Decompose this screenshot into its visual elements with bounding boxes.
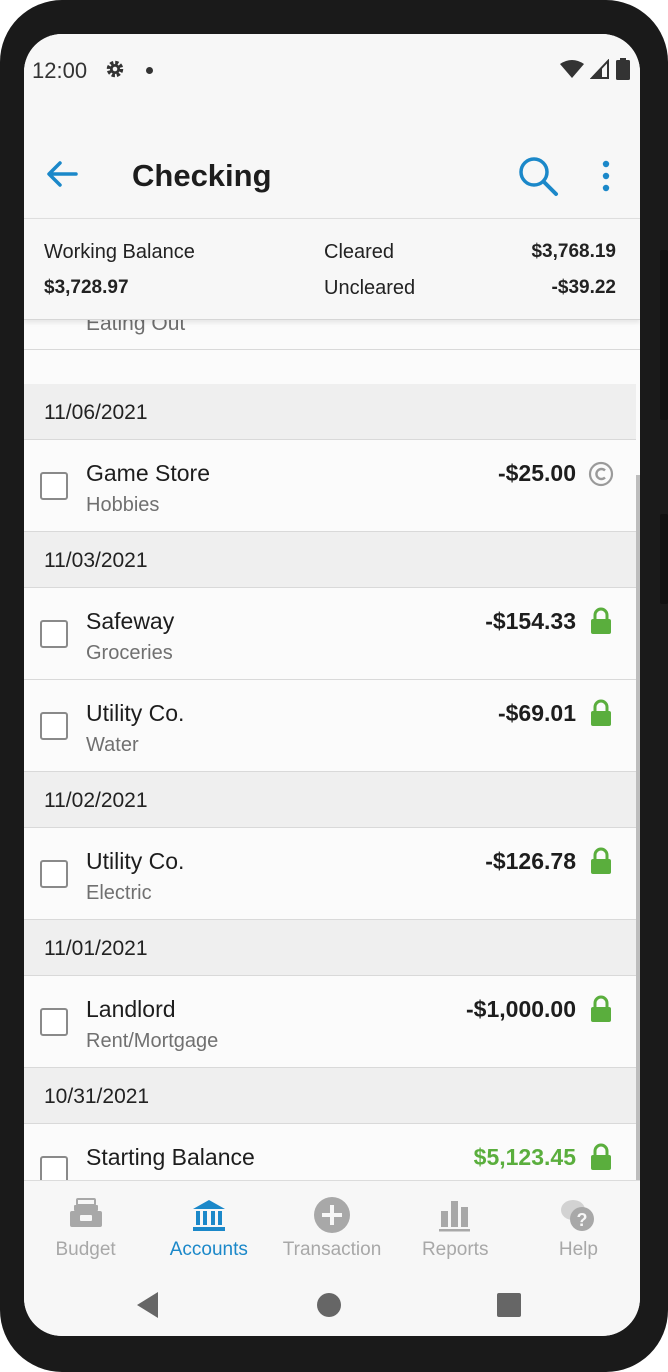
uncleared-value: -$39.22 bbox=[551, 277, 616, 298]
transaction-payee: Starting Balance bbox=[86, 1144, 255, 1170]
nav-item-label: Budget bbox=[55, 1239, 116, 1260]
nav-item-label: Accounts bbox=[169, 1239, 248, 1260]
transaction-payee: Utility Co. bbox=[86, 700, 185, 726]
status-bar: 12:00 bbox=[24, 34, 640, 106]
screen: 12:00 Checking Working Balance $3,728.97… bbox=[24, 34, 640, 1336]
transaction-checkbox[interactable] bbox=[40, 1156, 68, 1180]
side-button-lower bbox=[660, 514, 668, 604]
cleared-label: Cleared bbox=[324, 241, 395, 263]
date-header: 11/06/2021 bbox=[24, 384, 636, 440]
transaction-checkbox[interactable] bbox=[40, 620, 68, 648]
transaction-category: Eating Out bbox=[86, 320, 186, 335]
nav-item-label: Transaction bbox=[282, 1239, 382, 1260]
transaction-amount: -$25.00 bbox=[497, 460, 576, 486]
cleared-value: $3,768.19 bbox=[531, 241, 616, 262]
nav-item-transaction[interactable]: Transaction bbox=[270, 1181, 393, 1276]
system-home-icon[interactable] bbox=[316, 1290, 342, 1320]
page-title: Checking bbox=[132, 158, 272, 193]
bank-icon bbox=[192, 1200, 225, 1231]
lock-icon[interactable] bbox=[588, 994, 614, 1024]
transaction-row[interactable]: Starting BalanceReady to Assign$5,123.45 bbox=[24, 1124, 636, 1180]
nav-item-accounts[interactable]: Accounts bbox=[147, 1181, 270, 1276]
app-bar: Checking bbox=[24, 106, 640, 218]
transaction-row[interactable]: Utility Co. Water -$69.01 bbox=[24, 680, 636, 772]
notification-dot-icon bbox=[146, 67, 153, 74]
battery-icon bbox=[616, 58, 630, 80]
transaction-list[interactable]: Eating Out 11/06/2021 Game Store Hobbies -$… bbox=[24, 320, 640, 1180]
bar-chart-icon bbox=[439, 1201, 471, 1232]
transaction-checkbox[interactable] bbox=[40, 472, 68, 500]
transaction-category: Hobbies bbox=[86, 494, 160, 516]
transaction-payee: Game Store bbox=[86, 460, 210, 486]
uncleared-label: Uncleared bbox=[324, 277, 416, 299]
transaction-row[interactable]: Safeway Groceries -$154.33 bbox=[24, 588, 636, 680]
transaction-checkbox[interactable] bbox=[40, 1008, 68, 1036]
svg-text:?: ? bbox=[577, 1210, 588, 1230]
transaction-amount: $5,123.45 bbox=[473, 1144, 576, 1170]
balance-summary: Working Balance $3,728.97 Cleared $3,768… bbox=[24, 218, 640, 320]
phone-frame: 12:00 Checking Working Balance $3,728.97… bbox=[0, 0, 668, 1372]
transaction-amount: -$126.78 bbox=[485, 848, 576, 874]
nav-item-reports[interactable]: Reports bbox=[394, 1181, 517, 1276]
transaction-row[interactable]: Utility Co. Electric -$126.78 bbox=[24, 828, 636, 920]
add-circle-icon bbox=[314, 1197, 350, 1233]
transaction-amount: -$1,000.00 bbox=[466, 996, 576, 1022]
date-header: 10/31/2021 bbox=[24, 1068, 636, 1124]
date-header-label: 11/03/2021 bbox=[44, 549, 148, 572]
system-recents-icon[interactable] bbox=[496, 1290, 522, 1320]
date-header-label: 10/31/2021 bbox=[44, 1085, 150, 1108]
cell-signal-icon bbox=[590, 59, 609, 79]
transaction-row[interactable]: Landlord Rent/Mortgage -$1,000.00 bbox=[24, 976, 636, 1068]
transaction-category: Groceries bbox=[86, 642, 173, 664]
bottom-navigation: Budget Accounts Transaction Reports? Help bbox=[24, 1180, 640, 1276]
transaction-payee: Utility Co. bbox=[86, 848, 185, 874]
transaction-payee: Landlord bbox=[86, 996, 176, 1022]
back-arrow-icon[interactable] bbox=[42, 154, 82, 194]
lock-icon[interactable] bbox=[588, 698, 614, 728]
lock-icon[interactable] bbox=[588, 846, 614, 876]
transaction-payee: Safeway bbox=[86, 608, 175, 634]
system-back-icon[interactable] bbox=[134, 1290, 162, 1320]
lock-icon[interactable] bbox=[588, 606, 614, 636]
working-balance-label: Working Balance bbox=[44, 241, 195, 263]
date-header: 11/03/2021 bbox=[24, 532, 636, 588]
date-header-label: 11/01/2021 bbox=[44, 937, 148, 960]
lock-icon[interactable] bbox=[588, 1142, 614, 1172]
system-navigation bbox=[24, 1276, 640, 1336]
side-button-upper bbox=[660, 250, 668, 420]
help-chat-icon: ? bbox=[561, 1200, 595, 1231]
transaction-amount: -$154.33 bbox=[485, 608, 576, 634]
scrollbar[interactable] bbox=[636, 475, 640, 1180]
status-indicators bbox=[560, 58, 630, 80]
transaction-checkbox[interactable] bbox=[40, 712, 68, 740]
transaction-category: Water bbox=[86, 734, 139, 756]
nav-item-label: Help bbox=[558, 1239, 598, 1260]
nav-item-budget[interactable]: Budget bbox=[24, 1181, 147, 1276]
transaction-row[interactable]: Game Store Hobbies -$25.00 bbox=[24, 440, 636, 532]
list-item-partial[interactable]: Eating Out bbox=[24, 320, 640, 350]
cleared-icon[interactable] bbox=[588, 458, 614, 488]
settings-gear-icon bbox=[106, 60, 124, 78]
transaction-amount: -$69.01 bbox=[497, 700, 576, 726]
transaction-category: Electric bbox=[86, 882, 152, 904]
status-time: 12:00 bbox=[32, 58, 88, 83]
more-vertical-icon[interactable] bbox=[596, 158, 616, 194]
transaction-category: Rent/Mortgage bbox=[86, 1030, 219, 1052]
working-balance-value: $3,728.97 bbox=[44, 277, 129, 298]
date-header: 11/02/2021 bbox=[24, 772, 636, 828]
date-header-label: 11/06/2021 bbox=[44, 401, 148, 424]
nav-item-help[interactable]: ? Help bbox=[517, 1181, 640, 1276]
date-header-label: 11/02/2021 bbox=[44, 789, 148, 812]
search-icon[interactable] bbox=[516, 154, 560, 198]
nav-item-label: Reports bbox=[421, 1239, 489, 1260]
wifi-icon bbox=[560, 60, 584, 78]
transaction-checkbox[interactable] bbox=[40, 860, 68, 888]
budget-icon bbox=[69, 1198, 102, 1227]
date-header: 11/01/2021 bbox=[24, 920, 636, 976]
